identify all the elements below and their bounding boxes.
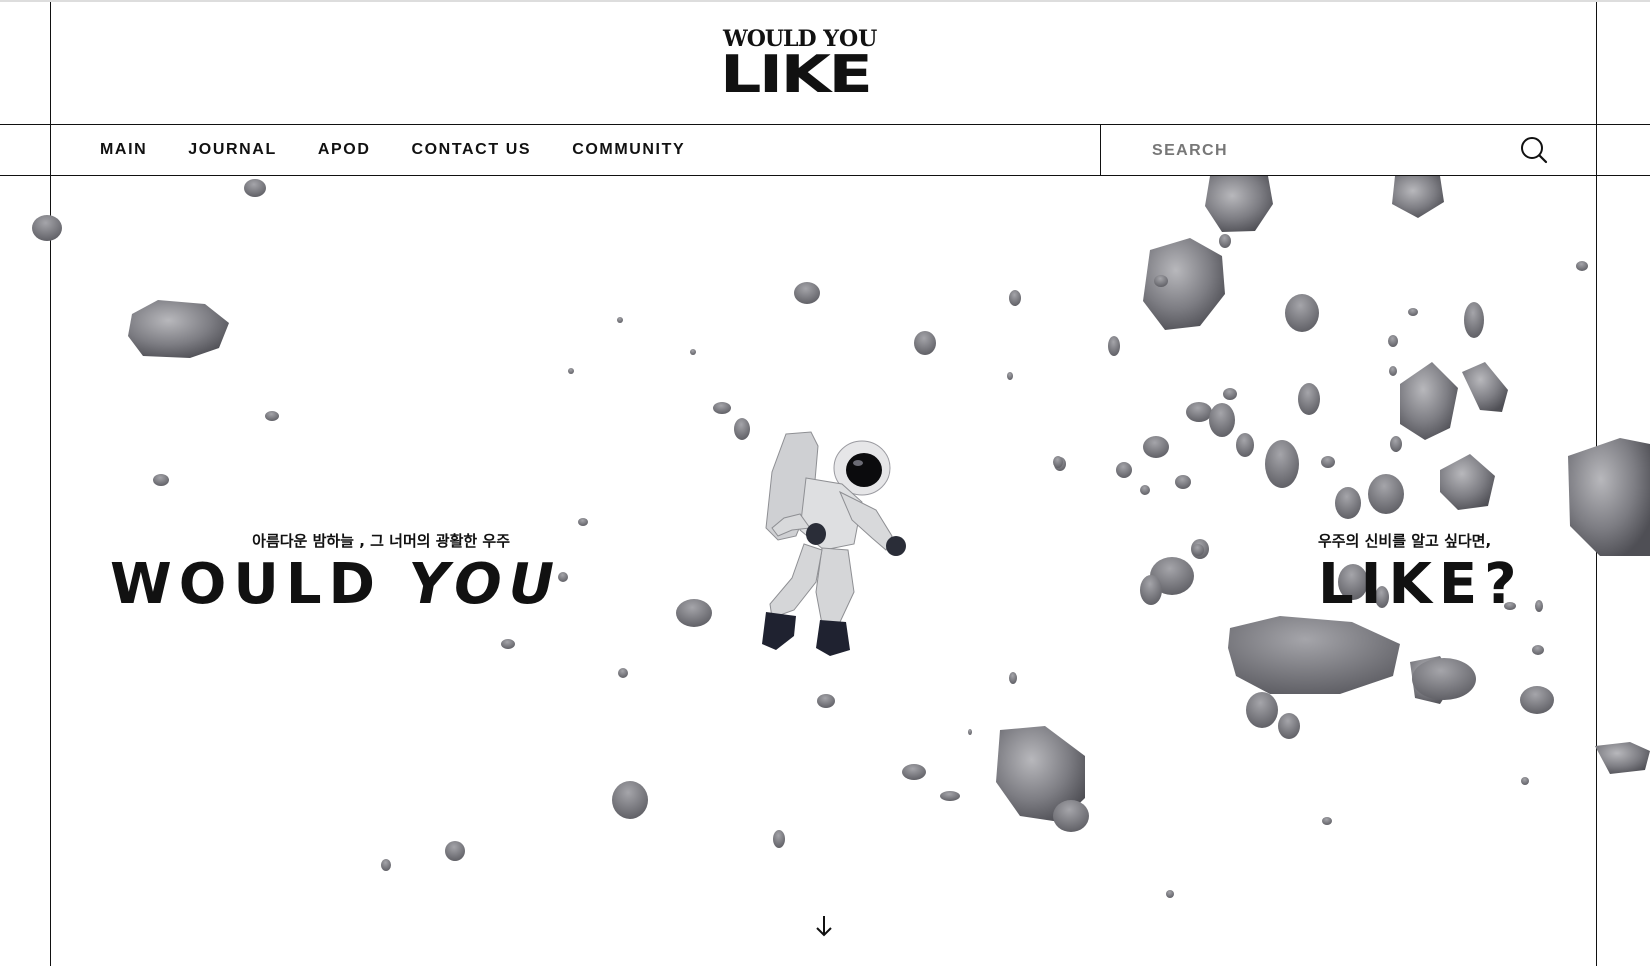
hero-right-title: LIKE?	[1318, 552, 1524, 617]
hero-right-subtitle: 우주의 신비를 알고 싶다면,	[1318, 532, 1492, 550]
nav-item-main[interactable]: MAIN	[100, 141, 147, 159]
nav-item-community[interactable]: COMMUNITY	[572, 141, 685, 159]
astronaut-illustration	[762, 431, 906, 656]
hero-section: 아름다운 밤하늘 , 그 너머의 광활한 우주 WOULD YOU 우주의 신비…	[0, 176, 1650, 966]
site-header: WOULD YOU LIKE	[0, 0, 1650, 124]
search-input[interactable]	[1150, 134, 1514, 168]
nav-item-apod[interactable]: APOD	[318, 141, 371, 159]
nav-item-journal[interactable]: JOURNAL	[188, 141, 277, 159]
large-asteroids	[128, 176, 1650, 822]
hero-left-subtitle: 아름다운 밤하늘 , 그 너머의 광활한 우주	[252, 532, 510, 550]
arrow-down-icon[interactable]	[813, 913, 835, 939]
search-icon[interactable]	[1519, 135, 1549, 165]
nav-item-contact-us[interactable]: CONTACT US	[411, 141, 531, 159]
site-logo[interactable]: WOULD YOU LIKE	[720, 24, 920, 104]
search-bar	[1100, 124, 1596, 176]
hero-left-title: WOULD YOU	[110, 552, 562, 617]
logo-line-2: LIKE	[720, 45, 873, 105]
main-nav: MAIN JOURNAL APOD CONTACT US COMMUNITY	[50, 124, 1100, 176]
